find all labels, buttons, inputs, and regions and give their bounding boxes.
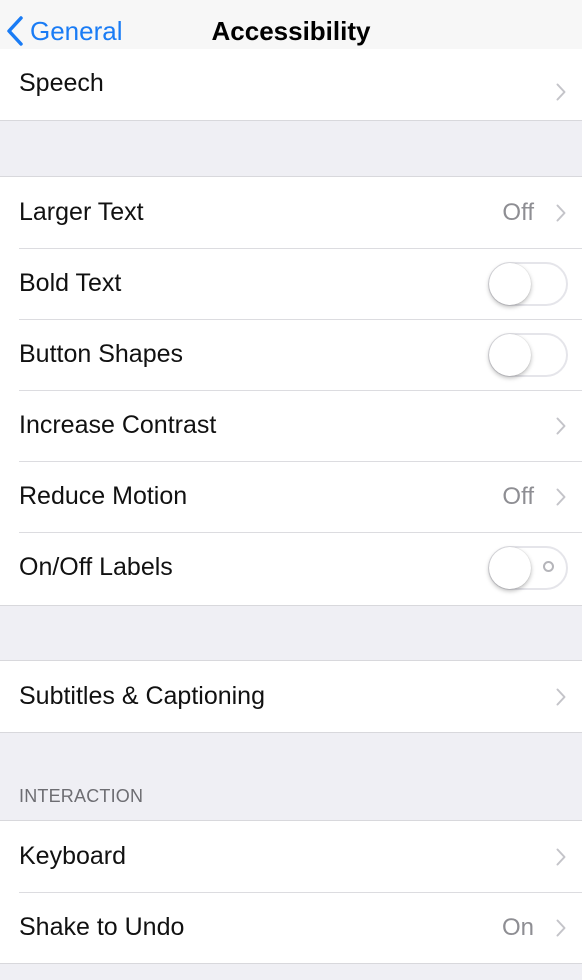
chevron-right-icon xyxy=(556,919,566,937)
chevron-right-icon xyxy=(556,417,566,435)
row-label: Bold Text xyxy=(19,269,122,297)
row-button-shapes: Button Shapes xyxy=(0,319,582,390)
toggle-knob xyxy=(489,333,531,376)
row-value: On xyxy=(501,913,534,941)
row-label: Larger Text xyxy=(19,198,144,226)
row-keyboard[interactable]: Keyboard xyxy=(0,821,582,892)
onoff-labels-toggle[interactable] xyxy=(488,545,568,590)
section-header-interaction: INTERACTION xyxy=(19,786,144,806)
speech-group: Speech xyxy=(0,49,582,121)
chevron-right-icon xyxy=(556,848,566,866)
row-subtitles-captioning[interactable]: Subtitles & Captioning xyxy=(0,661,582,732)
interaction-group: Keyboard Shake to Undo On xyxy=(0,820,582,964)
chevron-right-icon xyxy=(556,204,566,222)
off-label-circle-icon xyxy=(543,560,554,572)
row-label: Keyboard xyxy=(19,842,127,870)
row-increase-contrast[interactable]: Increase Contrast xyxy=(0,390,582,461)
page-title: Accessibility xyxy=(211,16,371,46)
row-value: Off xyxy=(502,482,534,510)
row-label: On/Off Labels xyxy=(19,553,173,581)
row-label: Shake to Undo xyxy=(19,913,185,941)
row-label: Speech xyxy=(19,69,104,97)
row-label: Subtitles & Captioning xyxy=(19,682,265,710)
button-shapes-toggle[interactable] xyxy=(488,332,568,377)
row-reduce-motion[interactable]: Reduce Motion Off xyxy=(0,461,582,532)
toggle-knob xyxy=(489,262,531,305)
row-onoff-labels: On/Off Labels xyxy=(0,532,582,603)
row-label: Increase Contrast xyxy=(19,411,217,439)
row-larger-text[interactable]: Larger Text Off xyxy=(0,177,582,248)
row-shake-to-undo[interactable]: Shake to Undo On xyxy=(0,892,582,963)
toggle-knob xyxy=(489,546,531,589)
row-value: Off xyxy=(502,198,534,226)
chevron-right-icon xyxy=(556,83,566,101)
row-speech[interactable]: Speech xyxy=(0,49,582,120)
chevron-right-icon xyxy=(556,688,566,706)
chevron-right-icon xyxy=(556,488,566,506)
media-group: Subtitles & Captioning xyxy=(0,660,582,733)
vision-group: Larger Text Off Bold Text Button Shapes … xyxy=(0,176,582,606)
bold-text-toggle[interactable] xyxy=(488,261,568,306)
row-bold-text: Bold Text xyxy=(0,248,582,319)
row-label: Reduce Motion xyxy=(19,482,188,510)
row-label: Button Shapes xyxy=(19,340,184,368)
